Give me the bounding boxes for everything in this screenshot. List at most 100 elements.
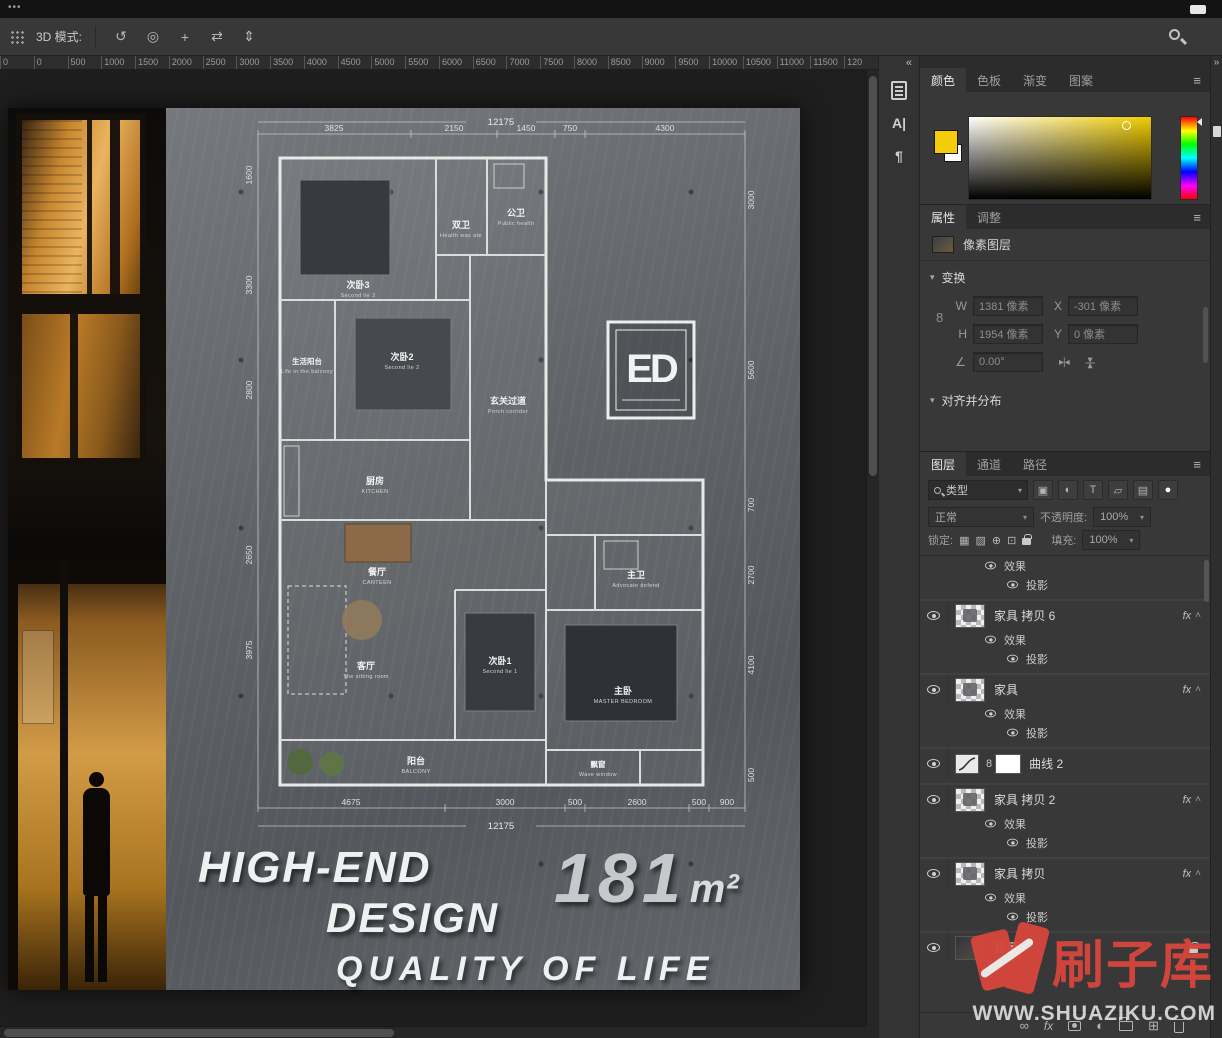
hue-slider[interactable] [1180, 116, 1198, 200]
visibility-toggle[interactable] [976, 888, 1004, 907]
drop-shadow-row[interactable]: 投影 [920, 649, 1210, 668]
drop-shadow-row[interactable]: 投影 [920, 833, 1210, 852]
lock-transparent-pixels-icon[interactable]: ▦ [959, 534, 969, 547]
x-field[interactable]: -301 像素 [1068, 296, 1138, 316]
add-layer-style-icon[interactable]: fx [1044, 1020, 1053, 1032]
3d-orbit-icon[interactable]: ↺ [109, 25, 133, 49]
effects-row[interactable]: 效果 [920, 888, 1210, 907]
tab-channels[interactable]: 通道 [966, 452, 1012, 476]
transform-section-header[interactable]: ▾ 变换 [920, 261, 1210, 294]
vertical-scrollbar[interactable] [866, 70, 878, 1026]
visibility-toggle[interactable] [920, 933, 948, 962]
fx-badge[interactable]: fx [1183, 868, 1192, 880]
drop-shadow-row[interactable]: 投影 [920, 723, 1210, 742]
vertical-scrollbar-thumb[interactable] [869, 76, 877, 476]
layers-scrollbar-thumb[interactable] [1204, 560, 1209, 602]
align-section-header[interactable]: ▾ 对齐并分布 [920, 384, 1210, 417]
hue-slider-cursor[interactable] [1197, 118, 1202, 126]
fx-badge[interactable]: fx [1183, 684, 1192, 696]
color-field-cursor[interactable] [1122, 121, 1131, 130]
flip-vertical-icon[interactable]: ▸|◂ [1084, 357, 1095, 367]
tab-adjustments[interactable]: 调整 [966, 205, 1012, 229]
layer-thumbnail[interactable] [955, 788, 985, 812]
properties-scrollbar-thumb[interactable] [1203, 307, 1208, 363]
panel-menu-icon[interactable]: ≡ [1184, 68, 1210, 92]
visibility-toggle[interactable] [976, 814, 1004, 833]
tab-properties[interactable]: 属性 [920, 205, 966, 229]
layer-row-background[interactable]: 背景 [920, 932, 1210, 962]
3d-slide-icon[interactable]: ⇄ [205, 25, 229, 49]
fill-field[interactable]: 100% ▾ [1082, 530, 1140, 550]
visibility-toggle[interactable] [998, 575, 1026, 594]
drop-shadow-row[interactable]: 投影 [920, 907, 1210, 926]
new-adjustment-layer-icon[interactable]: ◐ [1096, 1019, 1104, 1032]
tab-patterns[interactable]: 图案 [1058, 68, 1104, 92]
lock-image-pixels-icon[interactable]: ▨ [975, 534, 985, 547]
new-group-icon[interactable] [1119, 1021, 1133, 1031]
blend-mode-select[interactable]: 正常 ▾ [928, 507, 1034, 527]
width-field[interactable]: 1381 像素 [973, 296, 1043, 316]
layer-row-curves2[interactable]: 8 曲线 2 [920, 748, 1210, 778]
panel-menu-icon[interactable]: ≡ [1184, 205, 1210, 229]
height-field[interactable]: 1954 像素 [973, 324, 1043, 344]
tab-paths[interactable]: 路径 [1012, 452, 1058, 476]
expand-panels-icon[interactable]: « [879, 56, 919, 70]
3d-scale-icon[interactable]: ⇕ [237, 25, 261, 49]
chevron-up-icon[interactable]: ˄ [1195, 868, 1201, 879]
new-layer-icon[interactable]: ⊞ [1148, 1019, 1159, 1032]
opacity-field[interactable]: 100% ▾ [1093, 507, 1151, 527]
angle-field[interactable]: 0.00° [973, 352, 1043, 372]
foreground-color-chip[interactable] [934, 130, 958, 154]
paragraph-panel-icon[interactable]: ¶ [886, 143, 912, 169]
fx-badge[interactable]: fx [1183, 794, 1192, 806]
flip-horizontal-icon[interactable]: ▸|◂ [1059, 357, 1069, 368]
character-panel-icon[interactable]: A| [886, 110, 912, 136]
horizontal-scrollbar[interactable] [0, 1026, 866, 1038]
panel-menu-icon[interactable]: ≡ [1184, 452, 1210, 476]
link-layers-icon[interactable]: ∞ [1020, 1019, 1029, 1032]
layer-filter-select[interactable]: 类型 ▾ [928, 480, 1028, 500]
chevron-up-icon[interactable]: ˄ [1195, 610, 1201, 621]
filter-toggle-icon[interactable]: ● [1158, 480, 1178, 500]
tab-color[interactable]: 颜色 [920, 68, 966, 92]
visibility-toggle[interactable] [998, 649, 1026, 668]
visibility-toggle[interactable] [976, 630, 1004, 649]
effects-row[interactable]: 效果 [920, 556, 1210, 575]
effects-row[interactable]: 效果 [920, 630, 1210, 649]
3d-roll-icon[interactable]: ◎ [141, 25, 165, 49]
chevron-up-icon[interactable]: ˄ [1195, 794, 1201, 805]
layer-mask-thumbnail[interactable] [995, 754, 1021, 774]
window-control-icon[interactable] [1190, 5, 1206, 14]
search-icon[interactable] [1166, 26, 1188, 48]
visibility-toggle[interactable] [920, 785, 948, 814]
layer-thumbnail[interactable] [955, 678, 985, 702]
layer-row-furniture-copy2[interactable]: 家具 拷贝 2 fx˄ [920, 784, 1210, 814]
lock-artboard-icon[interactable]: ⊡ [1007, 534, 1016, 547]
layer-row-furniture-copy[interactable]: 家具 拷贝 fx˄ [920, 858, 1210, 888]
chevron-up-icon[interactable]: ˄ [1195, 684, 1201, 695]
3d-pan-icon[interactable]: + [173, 25, 197, 49]
libraries-panel-icon[interactable] [886, 77, 912, 103]
visibility-toggle[interactable] [998, 833, 1026, 852]
fx-badge[interactable]: fx [1183, 610, 1192, 622]
layer-thumbnail[interactable] [955, 604, 985, 628]
horizontal-scrollbar-thumb[interactable] [4, 1029, 394, 1037]
filter-adjustment-layers-icon[interactable]: ◐ [1058, 480, 1078, 500]
effects-row[interactable]: 效果 [920, 814, 1210, 833]
delete-layer-icon[interactable] [1174, 1022, 1184, 1033]
filter-pixel-layers-icon[interactable]: ▣ [1033, 480, 1053, 500]
app-menu-icon[interactable]: ••• [8, 2, 22, 13]
visibility-toggle[interactable] [998, 907, 1026, 926]
visibility-toggle[interactable] [976, 556, 1004, 575]
visibility-toggle[interactable] [920, 601, 948, 630]
effects-row[interactable]: 效果 [920, 704, 1210, 723]
layer-thumbnail[interactable] [955, 936, 985, 960]
layer-thumbnail[interactable] [955, 862, 985, 886]
tool-preset-icon[interactable] [10, 30, 24, 44]
constrain-proportions-icon[interactable]: 8 [936, 310, 943, 325]
tab-layers[interactable]: 图层 [920, 452, 966, 476]
collapsed-panel-icon[interactable] [1213, 126, 1221, 137]
drop-shadow-row[interactable]: 投影 [920, 575, 1210, 594]
lock-all-icon[interactable] [1022, 538, 1031, 545]
tab-swatches[interactable]: 色板 [966, 68, 1012, 92]
